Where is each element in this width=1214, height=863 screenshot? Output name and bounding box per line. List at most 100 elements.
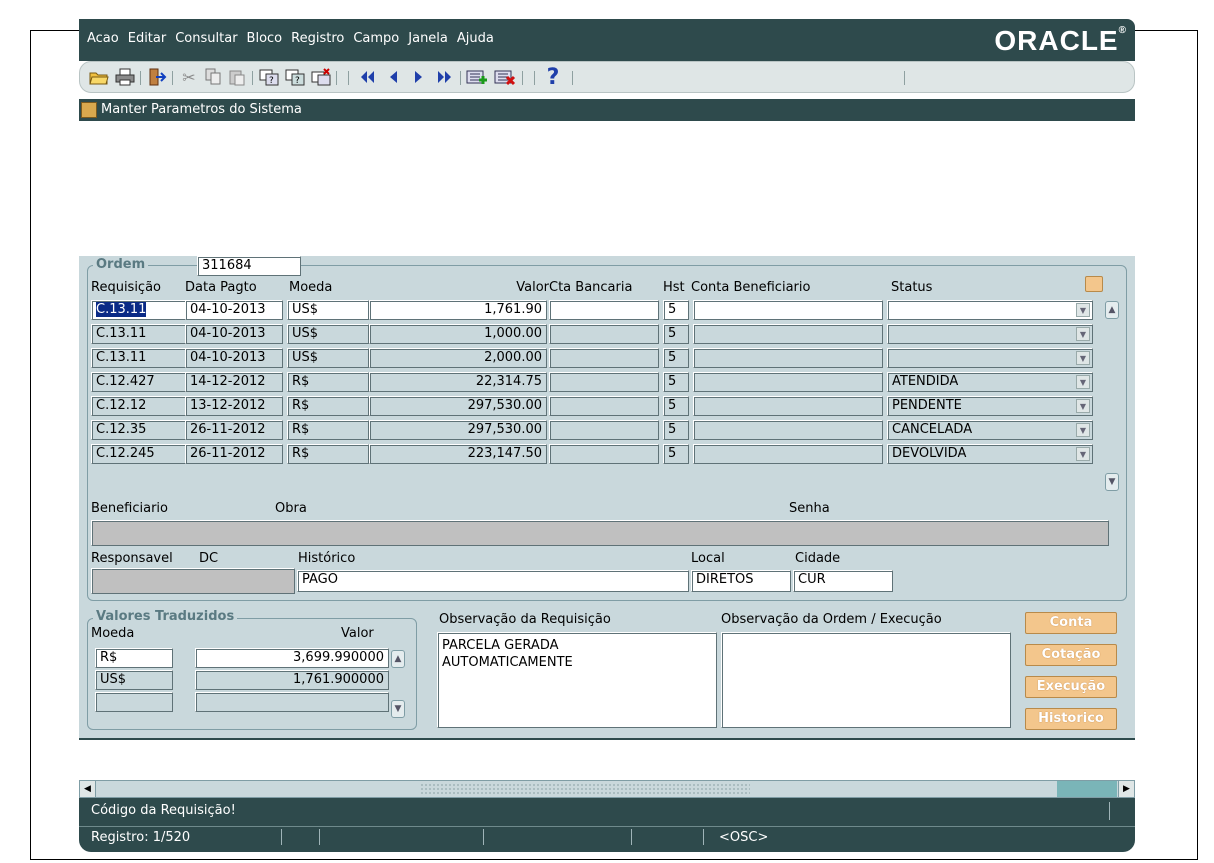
dropdown-arrow-icon[interactable]: ▼ xyxy=(1076,327,1090,341)
grid-cell-hst[interactable]: 5 xyxy=(663,300,689,320)
paste-icon[interactable] xyxy=(226,66,248,88)
local-field[interactable]: DIRETOS xyxy=(691,570,791,592)
historico-field[interactable]: PAGO xyxy=(297,570,689,592)
grid-cell-conta[interactable] xyxy=(693,300,883,320)
grid-cell-status[interactable]: ▼ xyxy=(887,348,1093,368)
grid-cell-moeda[interactable]: R$ xyxy=(287,372,369,392)
grid-cell-hst[interactable]: 5 xyxy=(663,420,689,440)
grid-cell-status[interactable]: CANCELADA ▼ xyxy=(887,420,1093,440)
grid-cell-valor[interactable]: 1,000.00 xyxy=(369,324,547,344)
grid-cell-cta[interactable] xyxy=(549,444,659,464)
grid-cell-data[interactable]: 14-12-2012 xyxy=(185,372,283,392)
grid-cell-requisicao[interactable]: C.13.11 xyxy=(91,348,187,368)
dropdown-arrow-icon[interactable]: ▼ xyxy=(1076,351,1090,365)
valores-moeda-field[interactable]: R$ xyxy=(95,648,173,668)
scroll-right-icon[interactable]: ▶ xyxy=(1118,781,1134,797)
responsavel-field[interactable] xyxy=(91,568,295,594)
grid-cell-requisicao[interactable]: C.12.245 xyxy=(91,444,187,464)
grid-cell-cta[interactable] xyxy=(549,348,659,368)
valores-valor-field[interactable]: 3,699.990000 xyxy=(195,648,389,668)
menu-acao[interactable]: Acao xyxy=(87,31,119,46)
grid-cell-data[interactable]: 13-12-2012 xyxy=(185,396,283,416)
last-record-icon[interactable] xyxy=(434,66,456,88)
grid-cell-data[interactable]: 04-10-2013 xyxy=(185,300,283,320)
grid-cell-requisicao[interactable]: C.12.427 xyxy=(91,372,187,392)
menu-consultar[interactable]: Consultar xyxy=(175,31,237,46)
valores-moeda-field[interactable]: US$ xyxy=(95,670,173,690)
valores-scroll-up-icon[interactable]: ▲ xyxy=(391,650,405,668)
cotacao-button[interactable]: Cotação xyxy=(1025,644,1117,666)
grid-cell-conta[interactable] xyxy=(693,324,883,344)
grid-cell-conta[interactable] xyxy=(693,444,883,464)
copy-icon[interactable] xyxy=(202,66,224,88)
exit-icon[interactable] xyxy=(146,66,168,88)
grid-cell-moeda[interactable]: US$ xyxy=(287,300,369,320)
insert-record-icon[interactable] xyxy=(466,66,488,88)
grid-cell-data[interactable]: 26-11-2012 xyxy=(185,444,283,464)
cancel-query-icon[interactable] xyxy=(310,66,332,88)
obs-ordem-textarea[interactable] xyxy=(721,632,1011,728)
grid-cell-hst[interactable]: 5 xyxy=(663,348,689,368)
grid-cell-data[interactable]: 26-11-2012 xyxy=(185,420,283,440)
grid-cell-valor[interactable]: 297,530.00 xyxy=(369,420,547,440)
menu-registro[interactable]: Registro xyxy=(291,31,344,46)
grid-cell-hst[interactable]: 5 xyxy=(663,324,689,344)
valores-valor-field[interactable] xyxy=(195,692,389,712)
grid-cell-status[interactable]: ATENDIDA ▼ xyxy=(887,372,1093,392)
grid-cell-hst[interactable]: 5 xyxy=(663,396,689,416)
grid-cell-conta[interactable] xyxy=(693,420,883,440)
scroll-left-icon[interactable]: ◀ xyxy=(80,781,96,797)
dropdown-arrow-icon[interactable]: ▼ xyxy=(1076,303,1090,317)
grid-cell-data[interactable]: 04-10-2013 xyxy=(185,348,283,368)
menu-ajuda[interactable]: Ajuda xyxy=(457,31,494,46)
open-folder-icon[interactable] xyxy=(88,66,110,88)
grid-cell-requisicao[interactable]: C.13.11 xyxy=(91,324,187,344)
first-record-icon[interactable] xyxy=(356,66,378,88)
grid-scroll-down-icon[interactable]: ▼ xyxy=(1105,473,1119,491)
grid-cell-requisicao[interactable]: C.12.35 xyxy=(91,420,187,440)
grid-cell-status[interactable]: ▼ xyxy=(887,324,1093,344)
execute-query-icon[interactable]: ? xyxy=(284,66,306,88)
next-record-icon[interactable] xyxy=(408,66,430,88)
grid-cell-valor[interactable]: 297,530.00 xyxy=(369,396,547,416)
grid-cell-moeda[interactable]: R$ xyxy=(287,396,369,416)
menu-campo[interactable]: Campo xyxy=(353,31,399,46)
help-icon[interactable]: ? xyxy=(542,65,564,90)
previous-record-icon[interactable] xyxy=(382,66,404,88)
valores-moeda-field[interactable] xyxy=(95,692,173,712)
grid-cell-moeda[interactable]: US$ xyxy=(287,324,369,344)
enter-query-icon[interactable]: ? xyxy=(258,66,280,88)
grid-cell-hst[interactable]: 5 xyxy=(663,444,689,464)
grid-cell-valor[interactable]: 2,000.00 xyxy=(369,348,547,368)
scroll-thumb[interactable] xyxy=(420,783,750,795)
dropdown-arrow-icon[interactable]: ▼ xyxy=(1076,423,1090,437)
grid-cell-data[interactable]: 04-10-2013 xyxy=(185,324,283,344)
historico-button[interactable]: Historico xyxy=(1025,708,1117,730)
grid-cell-status[interactable]: DEVOLVIDA ▼ xyxy=(887,444,1093,464)
grid-cell-hst[interactable]: 5 xyxy=(663,372,689,392)
grid-cell-valor[interactable]: 1,761.90 xyxy=(369,300,547,320)
beneficiario-obra-senha-field[interactable] xyxy=(91,520,1109,546)
grid-cell-moeda[interactable]: R$ xyxy=(287,420,369,440)
dropdown-arrow-icon[interactable]: ▼ xyxy=(1076,375,1090,389)
grid-cell-cta[interactable] xyxy=(549,300,659,320)
grid-cell-requisicao[interactable]: C.12.12 xyxy=(91,396,187,416)
cidade-field[interactable]: CUR xyxy=(793,570,893,592)
print-icon[interactable] xyxy=(114,66,136,88)
execucao-button[interactable]: Execução xyxy=(1025,676,1117,698)
grid-cell-valor[interactable]: 22,314.75 xyxy=(369,372,547,392)
grid-cell-moeda[interactable]: US$ xyxy=(287,348,369,368)
ordem-field[interactable]: 311684 xyxy=(197,256,301,276)
dropdown-arrow-icon[interactable]: ▼ xyxy=(1076,447,1090,461)
cut-icon[interactable]: ✂ xyxy=(178,66,200,88)
grid-cell-cta[interactable] xyxy=(549,372,659,392)
menu-bloco[interactable]: Bloco xyxy=(247,31,283,46)
conta-button[interactable]: Conta xyxy=(1025,612,1117,634)
horizontal-scrollbar[interactable]: ◀ ▶ xyxy=(79,780,1135,798)
grid-cell-conta[interactable] xyxy=(693,396,883,416)
toggle-square-button[interactable] xyxy=(1085,276,1103,292)
menu-editar[interactable]: Editar xyxy=(128,31,167,46)
menu-janela[interactable]: Janela xyxy=(408,31,448,46)
grid-cell-conta[interactable] xyxy=(693,348,883,368)
valores-valor-field[interactable]: 1,761.900000 xyxy=(195,670,389,690)
